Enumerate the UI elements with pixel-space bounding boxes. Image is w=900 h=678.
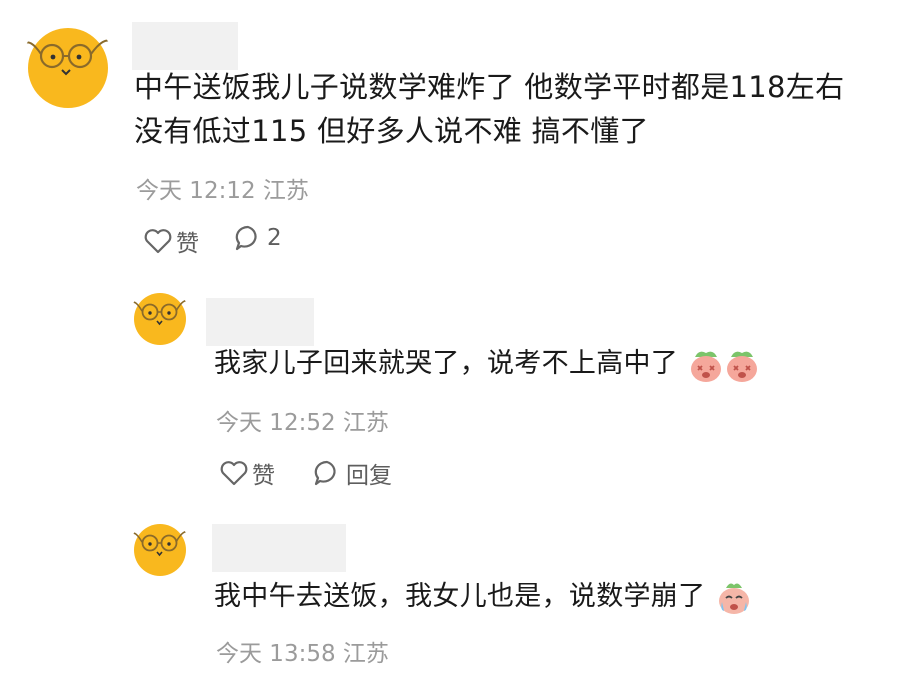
comment-meta: 今天 12:52 江苏 [216,403,389,437]
crying-peach-emoji-icon [691,351,721,382]
comment-text-line-2: 没有低过115 但好多人说不难 搞不懂了 [134,114,649,148]
comment-bubble-icon [314,460,336,486]
reply-count: 2 [267,225,282,251]
reply-button[interactable]: 回复 [312,456,392,490]
glasses-face-avatar-icon [23,28,113,108]
glasses-face-avatar-icon [130,293,190,345]
glasses-face-avatar-icon [130,524,190,576]
like-button[interactable]: 赞 [144,224,199,258]
comment-text-body: 我中午去送饭，我女儿也是，说数学崩了 [214,581,706,612]
like-label: 赞 [176,231,199,257]
comment-meta: 今天 13:58 江苏 [216,634,389,668]
comment-text-body: 我家儿子回来就哭了，说考不上高中了 [214,348,679,379]
username-placeholder[interactable] [132,22,238,70]
heart-icon [144,229,172,254]
username-placeholder[interactable] [206,298,314,346]
crying-peach-emoji-icon [727,351,757,382]
like-button[interactable]: 赞 [220,456,275,490]
reply-count-button[interactable]: 2 [233,224,282,252]
username-placeholder[interactable] [212,524,346,572]
avatar[interactable] [130,518,190,578]
comment-time: 今天 12:52 [216,410,336,436]
comment-location: 江苏 [262,178,309,204]
reply-label: 回复 [346,463,392,489]
comment-bubble-icon [235,225,257,251]
comment-meta: 今天 12:12 江苏 [136,171,309,205]
comment-text: 我中午去送饭，我女儿也是，说数学崩了 [214,575,752,618]
comment-location: 江苏 [342,410,389,436]
comment-text-line-1: 中午送饭我儿子说数学难炸了 他数学平时都是118左右 [134,70,845,104]
comment-time: 今天 12:12 [136,178,256,204]
heart-icon [220,461,248,486]
sobbing-face-emoji-icon [719,583,750,614]
comment-location: 江苏 [342,641,389,667]
avatar[interactable] [130,287,190,347]
avatar[interactable] [22,18,114,110]
comment-text: 我家儿子回来就哭了，说考不上高中了 [214,342,759,385]
comment-time: 今天 13:58 [216,641,336,667]
like-label: 赞 [252,463,275,489]
